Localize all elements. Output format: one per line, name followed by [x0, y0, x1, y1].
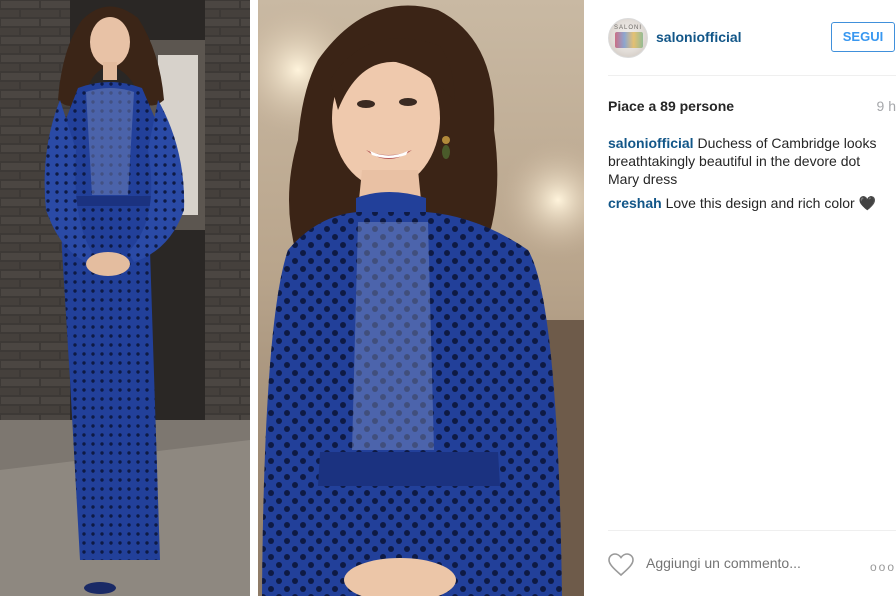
photo-panel-left — [0, 0, 250, 596]
comment-item: saloniofficial Duchess of Cambridge look… — [608, 134, 890, 188]
heart-icon[interactable] — [608, 553, 634, 577]
follow-button[interactable]: SEGUI — [831, 22, 895, 52]
photo-panel-right — [258, 0, 584, 596]
salon-logo-icon — [615, 32, 643, 48]
post-sidebar: SALONI saloniofficial SEGUI Piace a 89 p… — [584, 0, 896, 596]
post-footer: ooo — [608, 530, 896, 596]
portrait-illustration — [258, 0, 584, 596]
comment-text: Love this design and rich color 🖤 — [661, 195, 877, 211]
comments-list: saloniofficial Duchess of Cambridge look… — [608, 134, 890, 218]
comment-input[interactable] — [646, 555, 846, 571]
avatar[interactable]: SALONI — [608, 18, 648, 58]
comment-author[interactable]: saloniofficial — [608, 135, 694, 151]
post-timestamp[interactable]: 9 h — [877, 98, 896, 114]
more-options-icon[interactable]: ooo — [870, 560, 896, 574]
username-link[interactable]: saloniofficial — [656, 29, 742, 45]
post-header: SALONI saloniofficial SEGUI — [608, 0, 896, 76]
post-photo[interactable] — [0, 0, 584, 596]
avatar-logo-text: SALONI — [613, 25, 642, 31]
standing-figure-illustration — [0, 0, 250, 596]
comment-item: creshah Love this design and rich color … — [608, 194, 890, 212]
likes-count[interactable]: Piace a 89 persone — [608, 98, 734, 114]
comment-author[interactable]: creshah — [608, 195, 662, 211]
